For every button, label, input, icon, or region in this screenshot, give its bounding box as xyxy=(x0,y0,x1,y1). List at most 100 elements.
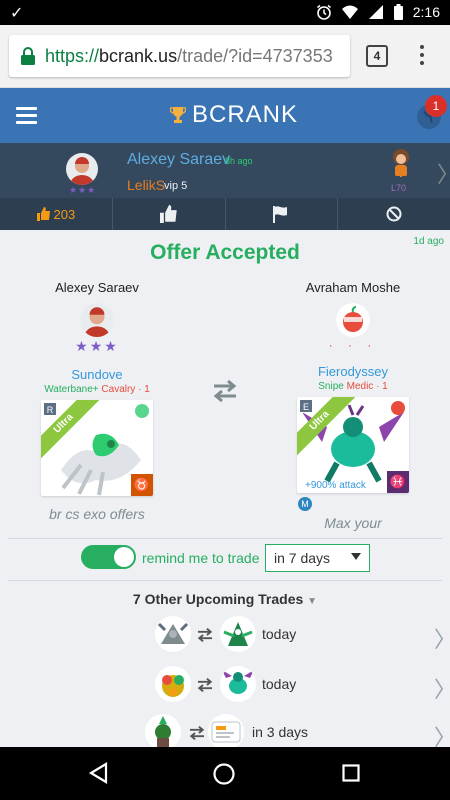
block-button[interactable] xyxy=(338,198,450,230)
monster-thumb xyxy=(208,714,244,750)
pisces-icon: ♓ xyxy=(387,471,409,493)
monster-thumb xyxy=(155,616,191,652)
wifi-icon xyxy=(341,5,358,19)
left-trait-a: Waterbane+ xyxy=(44,384,99,395)
swap-icon xyxy=(197,678,213,692)
notification-badge[interactable]: 1 xyxy=(425,95,447,117)
home-icon[interactable] xyxy=(212,762,236,786)
likes-counter[interactable]: 203 xyxy=(0,198,113,230)
character-icon xyxy=(393,149,409,182)
chevron-right-icon[interactable]: 〉 xyxy=(437,157,450,189)
list-item[interactable]: today 〉 xyxy=(0,614,450,658)
upcoming-trades-title: 7 Other Upcoming Trades xyxy=(132,591,304,607)
right-monster-card[interactable]: Ultra E +900% attack ♓ xyxy=(297,397,409,493)
url-host: bcrank.us xyxy=(99,45,178,66)
flag-icon xyxy=(273,206,288,223)
referral-name[interactable]: LelikS xyxy=(127,177,165,193)
user-name[interactable]: Alexey Saraev xyxy=(127,151,230,169)
left-monster-traits: Waterbane+ Cavalry · 1 xyxy=(22,384,172,395)
check-icon: ✓ xyxy=(10,5,24,22)
alarm-icon xyxy=(316,4,331,20)
swap-icon xyxy=(197,628,213,642)
remind-interval-value: in 7 days xyxy=(274,550,331,566)
like-button[interactable] xyxy=(113,198,226,230)
status-bar: ✓ 2:16 xyxy=(0,0,450,25)
trophy-icon xyxy=(170,107,186,123)
post-time: 8h ago xyxy=(225,156,253,166)
user-level: L70 xyxy=(391,183,407,193)
likes-count: 203 xyxy=(53,206,76,222)
leaf-icon xyxy=(135,404,149,418)
right-attack-boost: +900% attack xyxy=(305,480,366,491)
right-trait-b: Medic · 1 xyxy=(346,381,388,392)
left-rank-tag: R xyxy=(43,402,57,416)
app-header: BCRANK xyxy=(0,88,450,143)
app-root: ✓ 2:16 https://bcrank.us/trade/?id=47373… xyxy=(0,0,450,800)
right-player-name[interactable]: Avraham Moshe xyxy=(278,280,428,295)
hamburger-menu-icon[interactable] xyxy=(16,107,37,124)
left-monster-card[interactable]: Ultra R ♉ xyxy=(41,400,153,496)
thumbs-up-icon xyxy=(36,207,50,221)
avatar[interactable] xyxy=(66,153,98,185)
left-player-name[interactable]: Alexey Saraev xyxy=(22,280,172,295)
right-player-dots: · · · xyxy=(328,338,378,352)
fire-icon xyxy=(391,401,405,415)
left-offer-note: br cs exo offers xyxy=(49,506,145,522)
right-rank-tag: E xyxy=(299,399,313,413)
monster-thumb xyxy=(220,666,256,702)
avatar[interactable] xyxy=(336,303,370,337)
right-m-badge: M xyxy=(298,497,312,511)
remind-label: remind me to trade xyxy=(142,550,260,566)
url-scheme: https:// xyxy=(45,45,100,66)
offer-right-side: Avraham Moshe · · · Fierodyssey Snipe Me… xyxy=(278,280,428,531)
divider xyxy=(8,580,442,581)
vip-level: vip 5 xyxy=(164,180,188,192)
tab-switcher-button[interactable]: 4 xyxy=(366,45,388,67)
recent-apps-icon[interactable] xyxy=(342,764,360,782)
report-button[interactable] xyxy=(226,198,339,230)
right-monster-name[interactable]: Fierodyssey xyxy=(278,364,428,379)
system-nav-bar xyxy=(0,747,450,800)
caret-down-icon: ▼ xyxy=(307,596,318,607)
lock-icon xyxy=(21,47,35,65)
url-bar[interactable]: https://bcrank.us/trade/?id=4737353 xyxy=(9,35,350,77)
right-offer-note: Max your xyxy=(324,515,382,531)
status-time: 2:16 xyxy=(412,4,440,20)
monster-thumb xyxy=(145,714,181,750)
block-icon xyxy=(386,206,402,222)
avatar[interactable] xyxy=(80,303,114,337)
remind-toggle[interactable] xyxy=(81,545,136,569)
brand-name: BCRANK xyxy=(192,101,299,128)
battery-icon xyxy=(393,4,403,20)
chevron-right-icon: 〉 xyxy=(434,622,450,654)
brand-logo[interactable]: BCRANK xyxy=(170,101,298,129)
caret-down-icon xyxy=(351,553,361,560)
right-monster-traits: Snipe Medic · 1 xyxy=(278,381,428,392)
left-trait-b: Cavalry · 1 xyxy=(101,384,150,395)
user-stars: ★★★ xyxy=(69,185,97,195)
swap-icon xyxy=(189,726,205,740)
monster-thumb xyxy=(155,666,191,702)
user-bar: ★★★ Alexey Saraev 8h ago LelikS vip 5 L7… xyxy=(0,143,450,198)
url-path: /trade/?id=4737353 xyxy=(177,45,333,66)
swap-icon xyxy=(213,380,237,402)
list-item[interactable]: today 〉 xyxy=(0,664,450,708)
trade-when: today xyxy=(262,676,297,692)
back-icon[interactable] xyxy=(88,762,108,784)
signal-icon xyxy=(368,5,383,19)
offer-status-title: Offer Accepted xyxy=(150,241,300,264)
monster-thumb xyxy=(220,616,256,652)
upcoming-trades-toggle[interactable]: 7 Other Upcoming Trades ▼ xyxy=(0,591,450,607)
left-player-stars: ★★★ xyxy=(75,338,119,354)
remind-interval-select[interactable]: in 7 days xyxy=(265,544,370,572)
browser-menu-icon[interactable] xyxy=(418,45,426,69)
thumbs-up-icon xyxy=(159,205,177,223)
left-monster-name[interactable]: Sundove xyxy=(22,367,172,382)
action-bar: 203 xyxy=(0,198,450,230)
trade-when: in 3 days xyxy=(252,724,309,740)
trade-when: today xyxy=(262,626,297,642)
chevron-right-icon: 〉 xyxy=(434,672,450,704)
browser-toolbar: https://bcrank.us/trade/?id=4737353 4 xyxy=(0,25,450,88)
right-trait-a: Snipe xyxy=(318,381,344,392)
divider xyxy=(8,538,442,539)
